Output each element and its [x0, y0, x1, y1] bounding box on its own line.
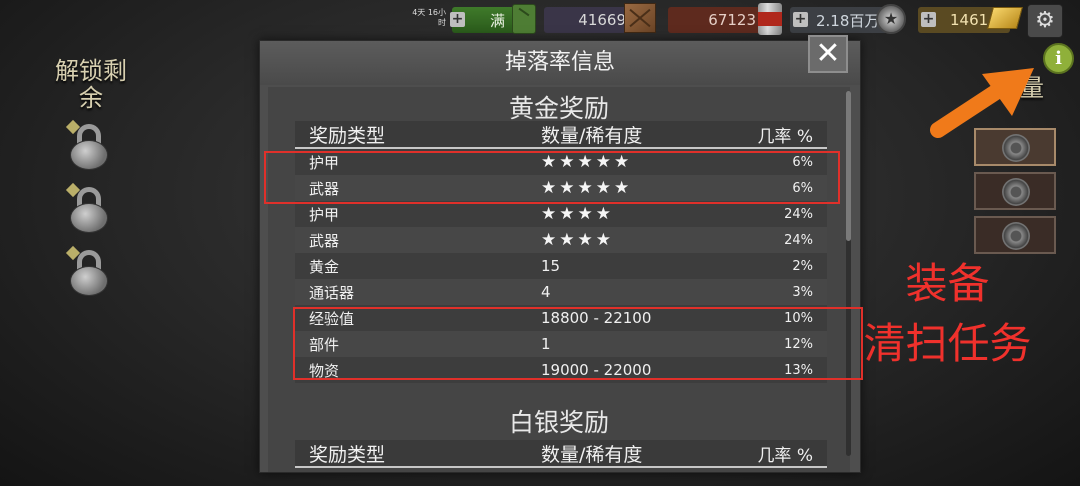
dialog-scroll-area[interactable]: 黄金奖励 奖励类型 数量/稀有度 几率 % 护甲 ★★★★★ 6% 武器 ★★★… [268, 87, 850, 472]
money-value: 2.18百万 [816, 11, 880, 30]
wood-resource: 41669 [544, 7, 636, 33]
header-rate: 几率 % [757, 126, 813, 147]
crate-slot[interactable] [974, 216, 1056, 254]
wood-crate-icon [624, 3, 656, 33]
add-energy-button[interactable]: + [450, 12, 465, 27]
add-gold-button[interactable]: + [921, 12, 936, 27]
reward-qty: ★★★★ [541, 230, 614, 250]
header-rate: 几率 % [757, 445, 813, 466]
money-resource[interactable]: + 2.18百万 [790, 7, 888, 33]
annotation-clear-mission: 清扫任务 [863, 319, 1032, 368]
header-type: 奖励类型 [309, 124, 386, 147]
dialog-title: 掉落率信息 [260, 41, 860, 85]
food-value: 67123 [708, 11, 756, 29]
header-type: 奖励类型 [309, 443, 386, 466]
annotation-equipment: 装备 [905, 259, 990, 308]
reward-rate: 2% [792, 258, 813, 274]
table-row: 护甲 ★★★★ 24% [295, 201, 827, 227]
money-coin-icon: ★ [876, 4, 906, 34]
reward-type: 通话器 [309, 283, 355, 302]
fuel-can-icon [512, 4, 536, 34]
settings-gear-icon[interactable]: ⚙ [1027, 4, 1063, 38]
resource-bar: 4天 16小时 + 满 41669 67123 + 2.18百万 ★ + 146… [0, 3, 1080, 37]
reward-qty: 15 [541, 257, 561, 275]
wood-value: 41669 [578, 11, 626, 29]
crate-slot[interactable] [974, 172, 1056, 210]
annotation-arrow-icon [930, 68, 1034, 138]
table-row: 通话器 4 3% [295, 279, 827, 305]
reward-rate: 24% [784, 206, 813, 222]
energy-value: 满 [490, 11, 506, 30]
info-icon[interactable]: i [1043, 43, 1074, 74]
drop-rate-dialog: 掉落率信息 ✕ 黄金奖励 奖励类型 数量/稀有度 几率 % 护甲 ★★★★★ 6… [259, 35, 861, 473]
padlock-icon [65, 182, 110, 235]
gold-value: 1461 [950, 11, 989, 29]
reward-type: 武器 [309, 231, 340, 250]
header-qty: 数量/稀有度 [541, 124, 643, 147]
unlock-remaining-title: 解锁剩余 [55, 57, 127, 112]
reward-qty: 4 [541, 283, 551, 301]
table-header: 奖励类型 数量/稀有度 几率 % [295, 121, 827, 149]
silver-reward-table: 奖励类型 数量/稀有度 几率 % [295, 440, 827, 468]
table-row: 武器 ★★★★ 24% [295, 227, 827, 253]
reward-type: 护甲 [309, 205, 340, 224]
reward-rate: 24% [784, 232, 813, 248]
energy-timer: 4天 16小时 [412, 8, 446, 27]
food-can-icon [758, 3, 782, 35]
gold-bar-icon [987, 7, 1023, 29]
close-icon[interactable]: ✕ [808, 35, 848, 73]
padlock-icon [65, 245, 110, 298]
add-money-button[interactable]: + [793, 12, 808, 27]
padlock-icon [65, 119, 110, 172]
food-resource: 67123 [668, 7, 768, 33]
silver-reward-heading: 白银奖励 [508, 408, 609, 437]
reward-type: 黄金 [309, 257, 340, 276]
header-qty: 数量/稀有度 [541, 443, 643, 466]
scrollbar-thumb[interactable] [846, 91, 851, 241]
reward-rate: 3% [792, 284, 813, 300]
highlight-box-five-star [264, 151, 840, 204]
dialog-scrollbar[interactable] [846, 91, 851, 456]
highlight-box-resources [293, 307, 863, 380]
table-header: 奖励类型 数量/稀有度 几率 % [295, 440, 827, 468]
reward-qty: ★★★★ [541, 204, 614, 224]
table-row: 黄金 15 2% [295, 253, 827, 279]
